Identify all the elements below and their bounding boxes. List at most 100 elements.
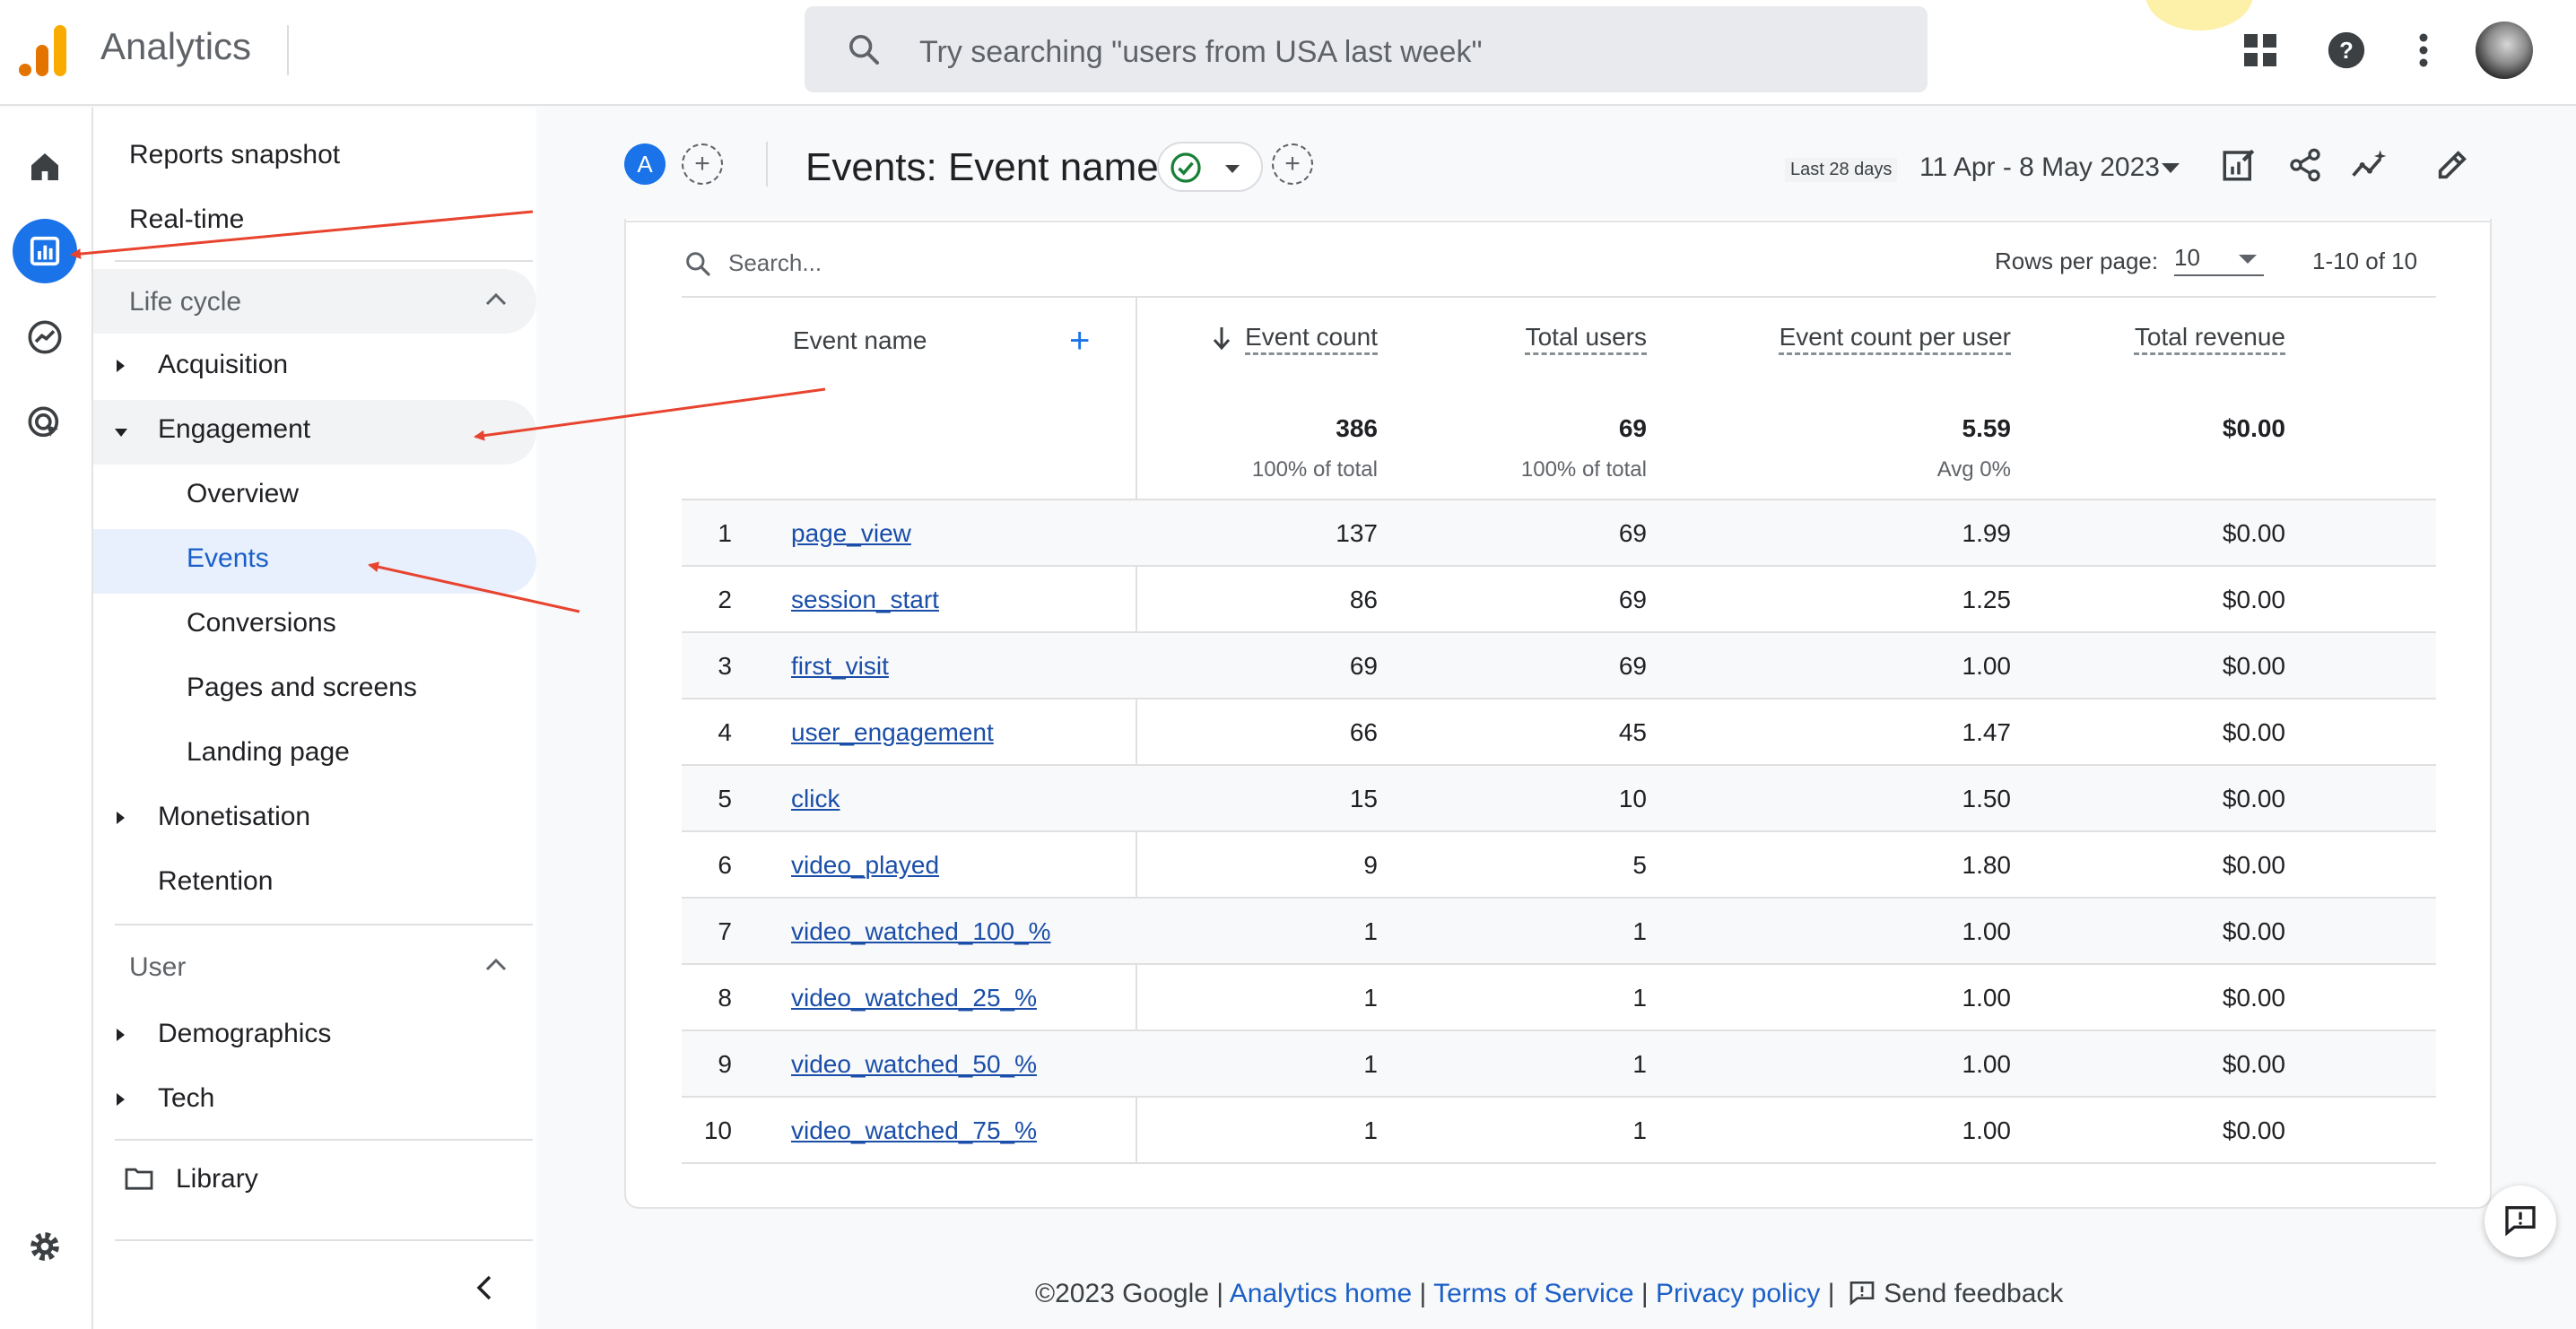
table-row[interactable]: 5 click 15 10 1.50 $0.00	[682, 766, 2436, 832]
explore-icon[interactable]	[13, 305, 77, 369]
cell-event-count: 69	[1349, 652, 1378, 680]
insights-icon[interactable]	[2348, 143, 2391, 187]
share-icon[interactable]	[2284, 143, 2327, 187]
cell-total-users: 1	[1632, 984, 1647, 1012]
nav-retention[interactable]: Retention	[158, 866, 273, 897]
date-range-value[interactable]: 11 Apr - 8 May 2023	[1919, 152, 2160, 183]
more-vert-icon[interactable]	[2400, 27, 2447, 74]
nav-library[interactable]: Library	[176, 1164, 258, 1194]
footer-analytics-home-link[interactable]: Analytics home	[1230, 1279, 1412, 1308]
cell-total-revenue: $0.00	[2222, 718, 2285, 746]
event-name-link[interactable]: user_engagement	[791, 699, 994, 766]
event-name-link[interactable]: video_watched_25_%	[791, 965, 1037, 1031]
total-revenue: $0.00	[2222, 414, 2285, 442]
cell-total-users: 69	[1618, 652, 1647, 680]
expand-arrow-icon[interactable]	[117, 360, 125, 372]
row-index: 10	[703, 1116, 732, 1144]
row-index: 7	[718, 917, 732, 945]
report-status-dropdown[interactable]	[1157, 142, 1263, 192]
help-icon[interactable]: ?	[2323, 27, 2370, 74]
table-row[interactable]: 8 video_watched_25_% 1 1 1.00 $0.00	[682, 965, 2436, 1031]
nav-monetisation[interactable]: Monetisation	[158, 802, 310, 832]
analytics-logo-icon[interactable]	[18, 23, 68, 77]
header-event-count[interactable]: Event count	[1234, 323, 1378, 352]
home-icon[interactable]	[13, 135, 77, 199]
feedback-icon	[1848, 1279, 1876, 1313]
table-row[interactable]: 4 user_engagement 66 45 1.47 $0.00	[682, 699, 2436, 766]
row-index: 6	[718, 851, 732, 879]
event-name-link[interactable]: page_view	[791, 500, 911, 567]
nav-overview[interactable]: Overview	[187, 479, 299, 509]
section-user[interactable]: User	[93, 934, 536, 999]
nav-acquisition[interactable]: Acquisition	[158, 350, 288, 380]
section-lifecycle[interactable]: Life cycle	[93, 269, 536, 334]
nav-reports-snapshot[interactable]: Reports snapshot	[129, 140, 340, 170]
nav-tech[interactable]: Tech	[158, 1083, 214, 1114]
title-divider	[287, 25, 289, 75]
event-name-link[interactable]: video_watched_50_%	[791, 1031, 1037, 1098]
footer-separator: |	[1216, 1279, 1224, 1308]
event-name-link[interactable]: video_played	[791, 832, 939, 899]
customize-report-icon[interactable]	[2217, 143, 2260, 187]
nav-pages-screens[interactable]: Pages and screens	[187, 673, 417, 703]
cell-total-users: 10	[1618, 785, 1647, 812]
table-row[interactable]: 7 video_watched_100_% 1 1 1.00 $0.00	[682, 899, 2436, 965]
add-dimension-icon[interactable]: +	[1069, 323, 1090, 359]
rows-per-page-select[interactable]: 10	[2174, 244, 2264, 276]
event-name-link[interactable]: video_watched_75_%	[791, 1098, 1037, 1164]
advertising-icon[interactable]	[13, 391, 77, 456]
collapse-arrow-icon[interactable]	[115, 429, 127, 437]
add-comparison-icon[interactable]: +	[682, 143, 723, 185]
event-name-link[interactable]: first_visit	[791, 633, 889, 699]
expand-arrow-icon[interactable]	[117, 1029, 125, 1041]
edit-pencil-icon[interactable]	[2431, 143, 2474, 187]
feedback-fab-button[interactable]	[2485, 1186, 2556, 1257]
cell-total-revenue: $0.00	[2222, 1050, 2285, 1078]
header-total-users[interactable]: Total users	[1435, 323, 1647, 352]
nav-landing-page[interactable]: Landing page	[187, 737, 350, 768]
chevron-up-icon	[484, 291, 508, 313]
table-row[interactable]: 1 page_view 137 69 1.99 $0.00	[682, 500, 2436, 567]
footer-send-feedback-link[interactable]: Send feedback	[1884, 1279, 2063, 1308]
footer: ©2023 Google | Analytics home | Terms of…	[1035, 1279, 2063, 1313]
nav-engagement[interactable]: Engagement	[158, 414, 310, 445]
nav-events[interactable]: Events	[187, 543, 269, 574]
event-name-link[interactable]: click	[791, 766, 840, 832]
table-row[interactable]: 2 session_start 86 69 1.25 $0.00	[682, 567, 2436, 633]
apps-grid-icon[interactable]	[2237, 27, 2284, 74]
admin-gear-icon[interactable]	[13, 1214, 77, 1279]
table-row[interactable]: 6 video_played 9 5 1.80 $0.00	[682, 832, 2436, 899]
event-name-link[interactable]: session_start	[791, 567, 939, 633]
nav-divider	[115, 1139, 533, 1141]
expand-arrow-icon[interactable]	[117, 1093, 125, 1106]
expand-arrow-icon[interactable]	[117, 812, 125, 824]
reports-icon[interactable]	[13, 219, 77, 283]
footer-separator: |	[1827, 1279, 1835, 1308]
sort-desc-arrow-icon[interactable]	[1211, 325, 1232, 356]
date-dropdown-icon[interactable]	[2162, 163, 2180, 173]
table-row[interactable]: 10 video_watched_75_% 1 1 1.00 $0.00	[682, 1098, 2436, 1164]
collapse-nav-chevron-icon[interactable]	[474, 1273, 495, 1307]
search-placeholder: Try searching "users from USA last week"	[919, 35, 1483, 69]
footer-terms-link[interactable]: Terms of Service	[1433, 1279, 1633, 1308]
header-event-name[interactable]: Event name	[793, 326, 927, 355]
table-row[interactable]: 3 first_visit 69 69 1.00 $0.00	[682, 633, 2436, 699]
table-row[interactable]: 9 video_watched_50_% 1 1 1.00 $0.00	[682, 1031, 2436, 1098]
folder-icon	[124, 1166, 154, 1195]
table-search-input[interactable]: Search...	[728, 249, 822, 277]
header-event-count-per-user[interactable]: Event count per user	[1686, 323, 2011, 352]
nav-conversions[interactable]: Conversions	[187, 608, 336, 638]
cell-total-users: 45	[1618, 718, 1647, 746]
nav-demographics[interactable]: Demographics	[158, 1019, 331, 1049]
row-index: 3	[718, 652, 732, 680]
cell-per-user: 1.00	[1962, 984, 2012, 1012]
header-total-revenue[interactable]: Total revenue	[2063, 323, 2285, 352]
footer-privacy-link[interactable]: Privacy policy	[1656, 1279, 1820, 1308]
search-bar[interactable]: Try searching "users from USA last week"	[805, 6, 1928, 92]
comparison-avatar[interactable]: A	[624, 143, 666, 185]
nav-realtime[interactable]: Real-time	[129, 204, 244, 235]
header-divider	[766, 142, 768, 187]
add-filter-icon[interactable]: +	[1272, 143, 1313, 185]
event-name-link[interactable]: video_watched_100_%	[791, 899, 1051, 965]
account-avatar[interactable]	[2476, 22, 2533, 79]
